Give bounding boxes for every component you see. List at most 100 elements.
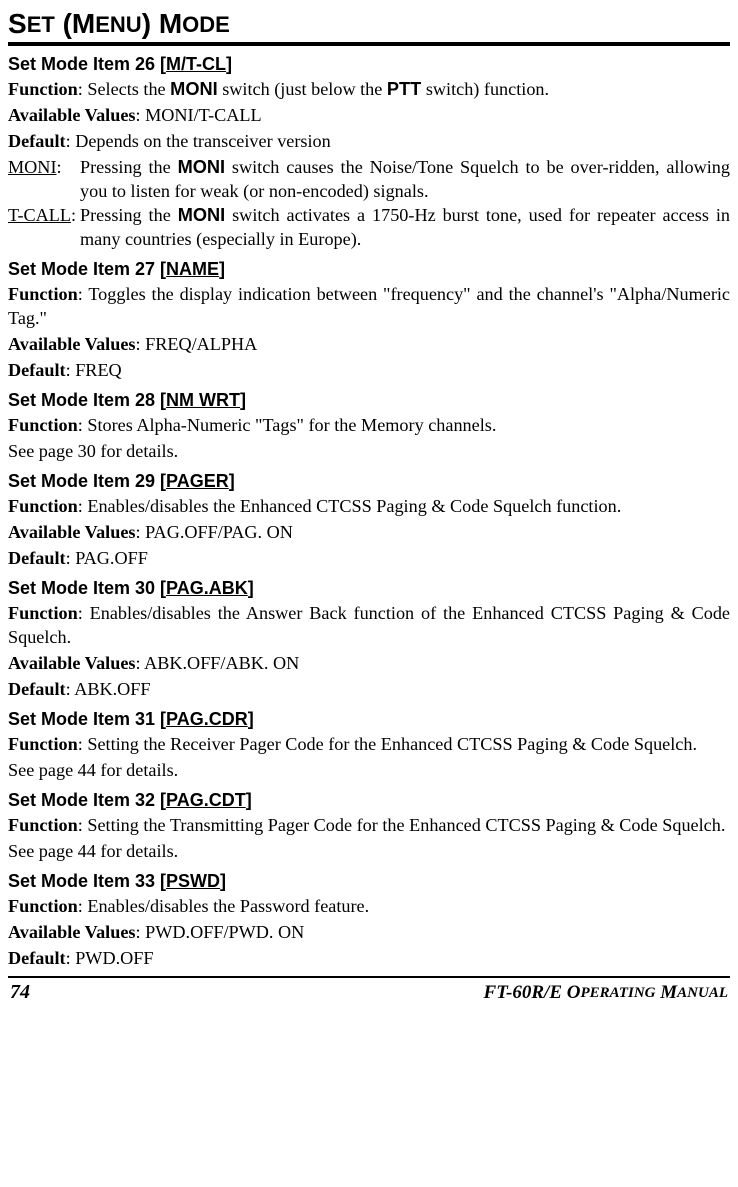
title-part: ENU <box>95 12 141 37</box>
label-default: Default <box>8 360 66 380</box>
text: : FREQ/ALPHA <box>136 334 258 354</box>
heading-code: PSWD <box>166 871 220 891</box>
text: : Setting the Transmitting Pager Code fo… <box>78 815 726 835</box>
section-body-32: Function: Setting the Transmitting Pager… <box>8 813 730 863</box>
heading-text: Set Mode Item 32 [ <box>8 790 166 810</box>
text: : Toggles the display indication between… <box>8 284 730 328</box>
section-heading-32: Set Mode Item 32 [PAG.CDT] <box>8 790 730 811</box>
page-footer: 74 FT-60R/E OPERATING MANUAL <box>8 976 730 1010</box>
heading-code: M/T-CL <box>166 54 226 74</box>
moni-switch: MONI <box>170 79 218 99</box>
heading-text: Set Mode Item 28 [ <box>8 390 166 410</box>
colon: : <box>71 205 76 225</box>
title-part: ODE <box>182 12 230 37</box>
manual-name: FT-60R/E OPERATING MANUAL <box>484 982 728 1004</box>
label-function: Function <box>8 815 78 835</box>
label-default: Default <box>8 131 66 151</box>
heading-text: ] <box>219 259 225 279</box>
text: : ABK.OFF <box>66 679 151 699</box>
heading-text: Set Mode Item 33 [ <box>8 871 166 891</box>
section-heading-26: Set Mode Item 26 [M/T-CL] <box>8 54 730 75</box>
document-page: SET (MENU) MODE Set Mode Item 26 [M/T-CL… <box>0 0 738 1010</box>
moni-switch: MONI <box>178 157 226 177</box>
section-body-30: Function: Enables/disables the Answer Ba… <box>8 601 730 701</box>
text: switch) function. <box>421 79 549 99</box>
label-default: Default <box>8 948 66 968</box>
tcall-row-text: Pressing the MONI switch activates a 175… <box>80 203 730 251</box>
heading-code: PAG.ABK <box>166 578 248 598</box>
label-available: Available Values <box>8 522 136 542</box>
label-available: Available Values <box>8 334 136 354</box>
heading-text: ] <box>220 871 226 891</box>
heading-text: Set Mode Item 31 [ <box>8 709 166 729</box>
heading-text: ] <box>229 471 235 491</box>
moni-switch: MONI <box>178 205 226 225</box>
heading-text: ] <box>248 578 254 598</box>
heading-code: PAG.CDR <box>166 709 248 729</box>
label-function: Function <box>8 284 78 304</box>
heading-code: NAME <box>166 259 219 279</box>
text: : PAG.OFF <box>66 548 148 568</box>
heading-text: ] <box>246 790 252 810</box>
page-number: 74 <box>10 981 30 1004</box>
text: : Selects the <box>78 79 170 99</box>
text: : Enables/disables the Password feature. <box>78 896 369 916</box>
section-body-33: Function: Enables/disables the Password … <box>8 894 730 970</box>
label-function: Function <box>8 79 78 99</box>
text: Pressing the <box>80 157 178 177</box>
label-function: Function <box>8 603 78 623</box>
text: : PWD.OFF/PWD. ON <box>136 922 305 942</box>
section-heading-31: Set Mode Item 31 [PAG.CDR] <box>8 709 730 730</box>
label-available: Available Values <box>8 922 136 942</box>
section-heading-27: Set Mode Item 27 [NAME] <box>8 259 730 280</box>
heading-code: PAG.CDT <box>166 790 246 810</box>
section-heading-29: Set Mode Item 29 [PAGER] <box>8 471 730 492</box>
label-available: Available Values <box>8 105 136 125</box>
label-function: Function <box>8 896 78 916</box>
text: : PAG.OFF/PAG. ON <box>136 522 293 542</box>
tcall-row-label: T-CALL: <box>8 203 80 251</box>
title-part: M <box>159 8 182 39</box>
heading-text: ] <box>226 54 232 74</box>
moni-row-text: Pressing the MONI switch causes the Nois… <box>80 155 730 203</box>
text: : PWD.OFF <box>66 948 154 968</box>
section-heading-28: Set Mode Item 28 [NM WRT] <box>8 390 730 411</box>
title-part: ( <box>55 8 72 39</box>
section-heading-33: Set Mode Item 33 [PSWD] <box>8 871 730 892</box>
text: : Setting the Receiver Pager Code for th… <box>78 734 697 754</box>
section-body-29: Function: Enables/disables the Enhanced … <box>8 494 730 570</box>
text: : Enables/disables the Enhanced CTCSS Pa… <box>78 496 622 516</box>
label-function: Function <box>8 415 78 435</box>
label-default: Default <box>8 548 66 568</box>
tcall-label: T-CALL <box>8 205 71 225</box>
section-body-31: Function: Setting the Receiver Pager Cod… <box>8 732 730 782</box>
text: : Depends on the transceiver version <box>66 131 331 151</box>
title-part: M <box>72 8 95 39</box>
see-page: See page 44 for details. <box>8 839 730 863</box>
section-heading-30: Set Mode Item 30 [PAG.ABK] <box>8 578 730 599</box>
text: : Enables/disables the Answer Back funct… <box>8 603 730 647</box>
manual-part: M <box>656 982 678 1003</box>
text: Pressing the <box>80 205 178 225</box>
heading-code: PAGER <box>166 471 229 491</box>
section-body-28: Function: Stores Alpha-Numeric "Tags" fo… <box>8 413 730 463</box>
label-default: Default <box>8 679 66 699</box>
manual-part: ANUAL <box>677 985 728 1001</box>
heading-code: NM WRT <box>166 390 240 410</box>
text: : Stores Alpha-Numeric "Tags" for the Me… <box>78 415 497 435</box>
title-part: ) <box>142 8 159 39</box>
moni-label: MONI <box>8 157 57 177</box>
page-title: SET (MENU) MODE <box>8 8 730 40</box>
see-page: See page 30 for details. <box>8 439 730 463</box>
heading-text: ] <box>248 709 254 729</box>
manual-part: PERATING <box>580 985 655 1001</box>
heading-text: Set Mode Item 30 [ <box>8 578 166 598</box>
section-body-27: Function: Toggles the display indication… <box>8 282 730 382</box>
heading-text: ] <box>240 390 246 410</box>
moni-row-label: MONI: <box>8 155 80 203</box>
title-part: S <box>8 8 27 39</box>
label-available: Available Values <box>8 653 136 673</box>
colon: : <box>57 157 62 177</box>
see-page: See page 44 for details. <box>8 758 730 782</box>
title-rule <box>8 42 730 46</box>
